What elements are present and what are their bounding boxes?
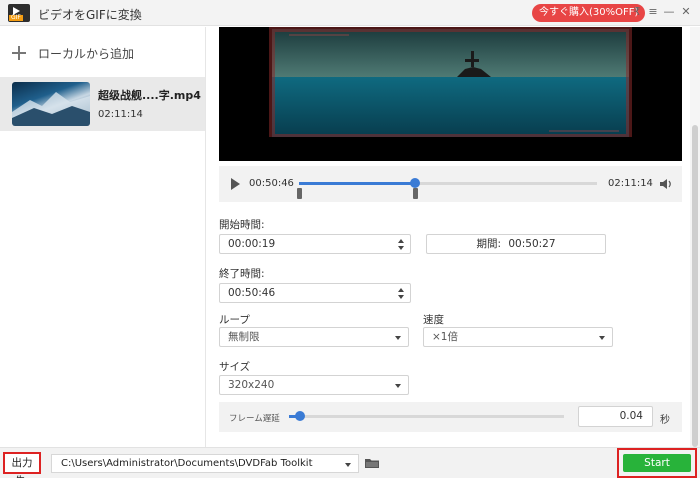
period-value: 00:50:27 (508, 238, 556, 250)
add-local-button[interactable]: ローカルから追加 (12, 43, 134, 63)
output-bar: 出力先: C:\Users\Administrator\Documents\DV… (0, 447, 700, 478)
chevron-down-icon (395, 336, 401, 340)
start-time-label: 開始時間: (219, 219, 265, 231)
scrollbar-thumb[interactable] (692, 125, 698, 447)
loop-value: 無制限 (228, 331, 260, 343)
add-local-label: ローカルから追加 (38, 46, 135, 61)
app-logo-icon: GIF (8, 4, 30, 22)
chevron-down-icon (345, 463, 351, 467)
file-duration: 02:11:14 (98, 109, 143, 120)
video-preview (219, 27, 682, 161)
pin-icon[interactable]: ₹ (630, 4, 644, 20)
start-time-input[interactable]: 00:00:19 (219, 234, 411, 254)
loop-select[interactable]: 無制限 (219, 327, 409, 347)
speed-select[interactable]: ×1倍 (423, 327, 613, 347)
menu-icon[interactable]: ≡ (646, 4, 660, 20)
start-time-value: 00:00:19 (228, 238, 276, 250)
frame-delay-unit: 秒 (660, 415, 670, 426)
period-display: 期間: 00:50:27 (426, 234, 606, 254)
size-value: 320x240 (228, 379, 275, 391)
frame-delay-thumb[interactable] (295, 411, 305, 421)
plus-icon (12, 46, 26, 60)
output-label: 出力先: (3, 452, 41, 478)
start-highlight: Start (617, 448, 697, 478)
end-time-value: 00:50:46 (228, 287, 276, 299)
clip-end-handle[interactable] (413, 188, 419, 199)
output-path-select[interactable]: C:\Users\Administrator\Documents\DVDFab … (51, 454, 359, 473)
volume-icon[interactable] (659, 177, 673, 191)
output-path-value: C:\Users\Administrator\Documents\DVDFab … (61, 458, 313, 469)
period-label: 期間: (476, 238, 502, 250)
chevron-down-icon (599, 336, 605, 340)
file-sidebar: ローカルから追加 超级战舰....字.mp4 02:11:14 (0, 27, 206, 447)
clip-start-handle[interactable] (297, 188, 302, 199)
folder-icon[interactable] (364, 455, 380, 471)
file-list-item[interactable]: 超级战舰....字.mp4 02:11:14 (0, 77, 205, 131)
close-icon[interactable]: ✕ (679, 4, 693, 20)
main-scrollbar[interactable] (690, 27, 700, 447)
video-thumbnail (12, 82, 90, 126)
size-label: サイズ (219, 361, 251, 373)
frame-delay-label: フレーム遅延 (229, 414, 280, 424)
speed-value: ×1倍 (432, 331, 458, 343)
title-bar: GIF ビデオをGIFに変換 今すぐ購入(30%OFF) ₹ ≡ — ✕ (0, 0, 700, 26)
logo-tag: GIF (9, 14, 23, 21)
spinner-icon[interactable] (398, 239, 404, 250)
spinner-icon[interactable] (398, 288, 404, 299)
total-time: 02:11:14 (608, 178, 653, 189)
timeline-progress (299, 182, 416, 185)
window-title: ビデオをGIFに変換 (38, 8, 142, 22)
frame-delay-slider[interactable] (289, 415, 564, 418)
file-name: 超级战舰....字.mp4 (98, 89, 201, 102)
loop-label: ループ (219, 314, 250, 326)
speed-label: 速度 (423, 314, 444, 326)
current-time: 00:50:46 (249, 178, 294, 189)
playback-controls: 00:50:46 02:11:14 (219, 166, 682, 202)
play-icon[interactable] (231, 178, 240, 190)
end-time-input[interactable]: 00:50:46 (219, 283, 411, 303)
start-button[interactable]: Start (623, 454, 691, 472)
end-time-label: 終了時間: (219, 268, 265, 280)
size-select[interactable]: 320x240 (219, 375, 409, 395)
buy-now-button[interactable]: 今すぐ購入(30%OFF) (532, 4, 646, 22)
chevron-down-icon (395, 384, 401, 388)
minimize-icon[interactable]: — (662, 4, 676, 20)
frame-delay-input[interactable]: 0.04 (578, 406, 653, 427)
frame-delay-row: フレーム遅延 0.04 秒 (219, 402, 682, 432)
timeline-playhead[interactable] (410, 178, 421, 188)
